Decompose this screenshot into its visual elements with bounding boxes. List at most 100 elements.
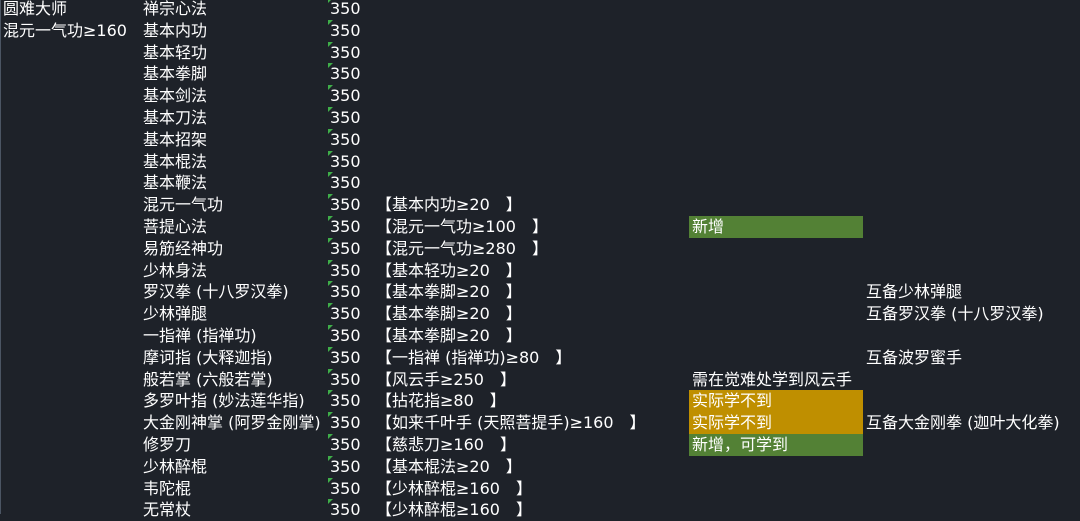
master-cell[interactable]	[3, 194, 141, 216]
remark-cell[interactable]	[866, 434, 1080, 456]
remark-cell[interactable]	[866, 42, 1080, 64]
level-cell[interactable]: 350	[328, 281, 376, 303]
requirement-cell[interactable]: 【如来千叶手 (天照菩提手)≥160 】	[376, 412, 688, 434]
master-cell[interactable]	[3, 369, 141, 391]
remark-cell[interactable]	[866, 478, 1080, 500]
master-cell[interactable]: 圆难大师	[3, 0, 141, 20]
level-cell[interactable]: 350	[328, 477, 376, 500]
remark-cell[interactable]: 互备罗汉拳 (十八罗汉拳)	[866, 303, 1080, 325]
requirement-cell[interactable]	[376, 151, 688, 173]
note-cell[interactable]	[689, 347, 863, 369]
skill-cell[interactable]: 基本招架	[143, 129, 328, 151]
note-cell[interactable]	[689, 325, 863, 347]
requirement-cell[interactable]: 【基本拳脚≥20 】	[376, 281, 688, 303]
note-cell[interactable]	[689, 281, 863, 303]
level-cell[interactable]: 350	[328, 390, 376, 412]
remark-cell[interactable]	[866, 369, 1080, 391]
remark-cell[interactable]	[866, 325, 1080, 347]
level-cell[interactable]: 350	[328, 324, 376, 347]
skill-cell[interactable]: 禅宗心法	[143, 0, 328, 20]
master-cell[interactable]	[3, 281, 141, 303]
note-cell[interactable]: 实际学不到	[689, 412, 863, 434]
note-cell[interactable]: 新增	[689, 215, 863, 238]
master-cell[interactable]	[3, 499, 141, 521]
master-cell[interactable]	[3, 478, 141, 500]
remark-cell[interactable]	[866, 85, 1080, 107]
requirement-cell[interactable]: 【基本棍法≥20 】	[376, 456, 688, 478]
level-cell[interactable]: 350	[328, 19, 376, 42]
spreadsheet-grid[interactable]: 圆难大师 禅宗心法 350 混元一气功≥160 基本内功 350 基本轻功 350 基本拳脚 35…	[0, 0, 1080, 521]
requirement-cell[interactable]	[376, 63, 688, 85]
level-cell[interactable]: 350	[328, 259, 376, 282]
level-cell[interactable]: 350	[328, 106, 376, 129]
requirement-cell[interactable]	[376, 85, 688, 107]
skill-cell[interactable]: 基本剑法	[143, 85, 328, 107]
level-cell[interactable]: 350	[328, 194, 376, 216]
requirement-cell[interactable]	[376, 0, 688, 20]
requirement-cell[interactable]: 【少林醉棍≥160 】	[376, 478, 688, 500]
requirement-cell[interactable]	[376, 107, 688, 129]
requirement-cell[interactable]: 【基本轻功≥20 】	[376, 260, 688, 282]
skill-cell[interactable]: 一指禅 (指禅功)	[143, 325, 328, 347]
skill-cell[interactable]: 基本鞭法	[143, 172, 328, 194]
master-cell[interactable]: 混元一气功≥160	[3, 20, 141, 42]
level-cell[interactable]: 350	[328, 172, 376, 194]
master-cell[interactable]	[3, 325, 141, 347]
requirement-cell[interactable]: 【基本拳脚≥20 】	[376, 325, 688, 347]
skill-cell[interactable]: 易筋经神功	[143, 238, 328, 260]
requirement-cell[interactable]: 【一指禅 (指禅功)≥80 】	[376, 347, 688, 369]
master-cell[interactable]	[3, 238, 141, 260]
master-cell[interactable]	[3, 63, 141, 85]
level-cell[interactable]: 350	[328, 303, 376, 325]
requirement-cell[interactable]	[376, 42, 688, 64]
level-cell[interactable]: 350	[328, 85, 376, 107]
skill-cell[interactable]: 罗汉拳 (十八罗汉拳)	[143, 281, 328, 303]
master-cell[interactable]	[3, 107, 141, 129]
requirement-cell[interactable]: 【混元一气功≥100 】	[376, 216, 688, 238]
skill-cell[interactable]: 少林身法	[143, 260, 328, 282]
note-cell[interactable]	[689, 303, 863, 325]
note-cell[interactable]	[689, 0, 863, 20]
remark-cell[interactable]: 互备波罗蜜手	[866, 347, 1080, 369]
note-cell[interactable]: 需在觉难处学到风云手	[689, 369, 863, 391]
remark-cell[interactable]	[866, 194, 1080, 216]
master-cell[interactable]	[3, 129, 141, 151]
skill-cell[interactable]: 大金刚神掌 (阿罗金刚掌)	[143, 412, 328, 434]
note-cell[interactable]	[689, 260, 863, 282]
remark-cell[interactable]	[866, 151, 1080, 173]
master-cell[interactable]	[3, 434, 141, 456]
remark-cell[interactable]	[866, 260, 1080, 282]
level-cell[interactable]: 350	[328, 128, 376, 151]
skill-cell[interactable]: 般若掌 (六般若掌)	[143, 369, 328, 391]
level-cell[interactable]: 350	[328, 0, 376, 20]
skill-cell[interactable]: 基本拳脚	[143, 63, 328, 85]
skill-cell[interactable]: 基本棍法	[143, 151, 328, 173]
requirement-cell[interactable]	[376, 20, 688, 42]
note-cell[interactable]	[689, 478, 863, 500]
skill-cell[interactable]: 基本轻功	[143, 42, 328, 64]
master-cell[interactable]	[3, 390, 141, 412]
skill-cell[interactable]: 摩诃指 (大释迦指)	[143, 347, 328, 369]
remark-cell[interactable]	[866, 20, 1080, 42]
requirement-cell[interactable]	[376, 129, 688, 151]
requirement-cell[interactable]: 【少林醉棍≥160 】	[376, 499, 688, 521]
skill-cell[interactable]: 基本刀法	[143, 107, 328, 129]
remark-cell[interactable]	[866, 172, 1080, 194]
level-cell[interactable]: 350	[328, 63, 376, 85]
master-cell[interactable]	[3, 151, 141, 173]
note-cell[interactable]	[689, 63, 863, 85]
requirement-cell[interactable]: 【基本拳脚≥20 】	[376, 303, 688, 325]
master-cell[interactable]	[3, 216, 141, 238]
skill-cell[interactable]: 多罗叶指 (妙法莲华指)	[143, 390, 328, 412]
level-cell[interactable]: 350	[328, 150, 376, 173]
level-cell[interactable]: 350	[328, 433, 376, 456]
note-cell[interactable]	[689, 238, 863, 260]
level-cell[interactable]: 350	[328, 41, 376, 64]
note-cell[interactable]	[689, 42, 863, 64]
remark-cell[interactable]	[866, 456, 1080, 478]
master-cell[interactable]	[3, 347, 141, 369]
note-cell[interactable]	[689, 151, 863, 173]
skill-cell[interactable]: 无常杖	[143, 499, 328, 521]
note-cell[interactable]	[689, 129, 863, 151]
requirement-cell[interactable]: 【混元一气功≥280 】	[376, 238, 688, 260]
